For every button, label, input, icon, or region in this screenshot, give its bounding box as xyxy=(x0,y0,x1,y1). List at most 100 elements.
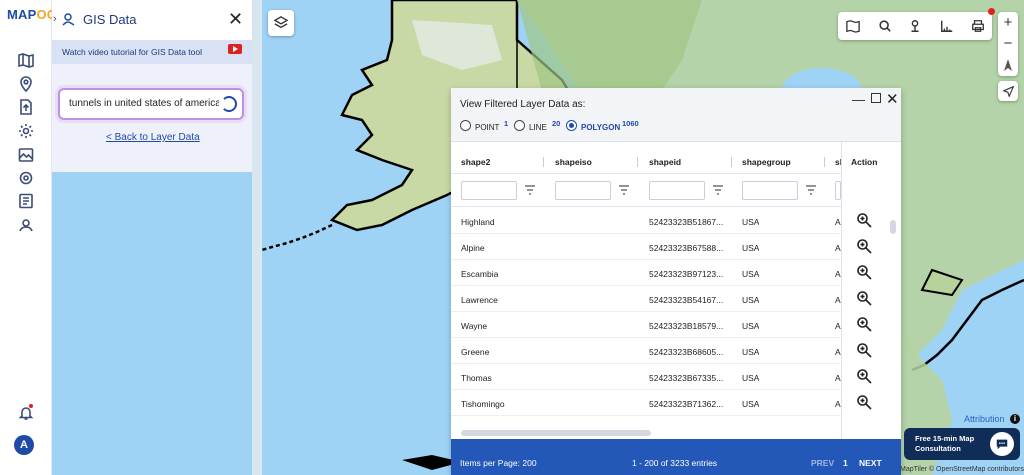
attribution-link[interactable]: Attribution xyxy=(964,414,1005,424)
zoom-to-feature-icon[interactable] xyxy=(856,342,872,358)
cell-sl: A xyxy=(835,269,841,279)
youtube-icon[interactable] xyxy=(228,44,242,54)
map-credit: MapTiler © OpenStreetMap contributors xyxy=(900,466,1024,473)
cell-shape2: Wayne xyxy=(461,321,487,331)
cell-shapeid: 52423323B67335... xyxy=(649,373,723,383)
polygon-count: 1060 xyxy=(622,119,639,128)
pin-tool-icon[interactable] xyxy=(908,19,922,33)
table-row[interactable]: Lawrence 52423323B54167... USA A xyxy=(451,286,841,312)
table-row[interactable]: Wayne 52423323B18579... USA A xyxy=(451,312,841,338)
column-separator[interactable] xyxy=(731,157,732,167)
zoom-to-feature-icon[interactable] xyxy=(856,368,872,384)
current-page[interactable]: 1 xyxy=(843,458,848,468)
table-row[interactable]: Thomas 52423323B67335... USA A xyxy=(451,364,841,390)
cell-shapeid: 52423323B71362... xyxy=(649,399,723,409)
cell-shapegroup: USA xyxy=(742,373,759,383)
user-map-icon[interactable] xyxy=(16,215,36,235)
minimize-icon[interactable]: — xyxy=(852,92,865,107)
collapse-arrow-icon[interactable]: › xyxy=(53,13,57,25)
horizontal-scrollbar[interactable] xyxy=(461,430,651,436)
zoom-to-feature-icon[interactable] xyxy=(856,290,872,306)
zoom-to-feature-icon[interactable] xyxy=(856,394,872,410)
column-header-shapeiso[interactable]: shapeiso xyxy=(555,157,592,167)
column-separator[interactable] xyxy=(637,157,638,167)
zoom-to-feature-icon[interactable] xyxy=(856,264,872,280)
filter-input-shapegroup[interactable] xyxy=(742,181,798,200)
table-row[interactable]: Escambia 52423323B97123... USA A xyxy=(451,260,841,286)
notification-bell-icon[interactable] xyxy=(16,403,36,423)
next-page-button[interactable]: NEXT xyxy=(859,458,882,468)
table-row[interactable]: Alpine 52423323B67588... USA A xyxy=(451,234,841,260)
column-header-shapeid[interactable]: shapeid xyxy=(649,157,681,167)
filter-icon[interactable] xyxy=(713,185,723,195)
map-icon[interactable] xyxy=(16,50,36,70)
filter-icon[interactable] xyxy=(525,185,535,195)
filter-input-shapeiso[interactable] xyxy=(555,181,611,200)
items-per-page[interactable]: Items per Page: 200 xyxy=(460,458,537,468)
pagination-bar: Items per Page: 200 1 - 200 of 3233 entr… xyxy=(451,439,901,475)
filter-input-shapeid[interactable] xyxy=(649,181,705,200)
measure-icon[interactable] xyxy=(940,19,954,33)
cell-shape2: Lawrence xyxy=(461,295,498,305)
radio-point-label[interactable]: POINT xyxy=(475,123,499,132)
filter-icon[interactable] xyxy=(806,185,816,195)
filter-icon[interactable] xyxy=(619,185,629,195)
gear-icon[interactable] xyxy=(16,121,36,141)
cell-sl: A xyxy=(835,347,841,357)
gis-search-input[interactable]: tunnels in united states of america xyxy=(58,88,244,120)
consultation-button[interactable]: Free 15-min Map Consultation xyxy=(904,428,1020,460)
locate-button[interactable] xyxy=(998,81,1018,101)
column-separator[interactable] xyxy=(543,157,544,167)
column-header-shapegroup[interactable]: shapegroup xyxy=(742,157,791,167)
maximize-icon[interactable] xyxy=(871,93,881,103)
cell-shapegroup: USA xyxy=(742,295,759,305)
zoom-to-feature-icon[interactable] xyxy=(856,212,872,228)
compass-icon xyxy=(1003,59,1013,71)
vertical-scrollbar[interactable] xyxy=(890,220,896,234)
image-layer-icon[interactable] xyxy=(16,145,36,165)
filter-input-shape2[interactable] xyxy=(461,181,517,200)
table-row[interactable]: Tishomingo 52423323B71362... USA A xyxy=(451,390,841,416)
compass-button[interactable] xyxy=(998,54,1018,75)
prev-page-button[interactable]: PREV xyxy=(811,458,834,468)
chat-icon[interactable] xyxy=(990,432,1014,456)
zoom-to-feature-icon[interactable] xyxy=(856,238,872,254)
left-rail: MAPOG A xyxy=(0,0,52,475)
close-panel-icon[interactable]: ✕ xyxy=(228,10,243,28)
mapog-logo[interactable]: MAPOG xyxy=(7,7,57,22)
cell-shapeid: 52423323B51867... xyxy=(649,217,723,227)
avatar[interactable]: A xyxy=(14,435,34,455)
radio-line[interactable] xyxy=(514,120,525,131)
zoom-out-button[interactable]: − xyxy=(998,33,1018,54)
cell-shape2: Escambia xyxy=(461,269,498,279)
notification-dot xyxy=(29,404,33,408)
radio-polygon-label[interactable]: POLYGON xyxy=(581,123,620,132)
layers-button[interactable] xyxy=(268,10,294,36)
video-tutorial-banner[interactable]: Watch video tutorial for GIS Data tool xyxy=(52,40,252,64)
radio-polygon[interactable] xyxy=(566,120,577,131)
column-header-action: Action xyxy=(851,157,877,167)
radio-point[interactable] xyxy=(460,120,471,131)
close-popup-icon[interactable]: ✕ xyxy=(886,90,899,108)
table-row[interactable]: Highland 52423323B51867... USA A xyxy=(451,208,841,234)
zoom-in-button[interactable]: + xyxy=(998,12,1018,33)
column-header-shape2[interactable]: shape2 xyxy=(461,157,490,167)
search-input-value[interactable]: tunnels in united states of america xyxy=(69,98,219,109)
cell-sl: A xyxy=(835,217,841,227)
settings-cog-icon[interactable] xyxy=(16,168,36,188)
list-document-icon[interactable] xyxy=(16,191,36,211)
map-view-icon[interactable] xyxy=(846,19,860,33)
line-count: 20 xyxy=(552,119,560,128)
search-icon[interactable] xyxy=(878,19,892,33)
table-row[interactable]: Greene 52423323B68605... USA A xyxy=(451,338,841,364)
back-to-layer-data-link[interactable]: < Back to Layer Data xyxy=(106,132,200,143)
zoom-to-feature-icon[interactable] xyxy=(856,316,872,332)
print-icon[interactable] xyxy=(971,19,985,33)
column-separator[interactable] xyxy=(824,157,825,167)
location-pin-icon[interactable] xyxy=(16,74,36,94)
radio-line-label[interactable]: LINE xyxy=(529,123,547,132)
tutorial-text: Watch video tutorial for GIS Data tool xyxy=(62,47,202,57)
cell-shapeid: 52423323B67588... xyxy=(649,243,723,253)
info-icon[interactable]: i xyxy=(1010,414,1020,424)
upload-file-icon[interactable] xyxy=(16,97,36,117)
